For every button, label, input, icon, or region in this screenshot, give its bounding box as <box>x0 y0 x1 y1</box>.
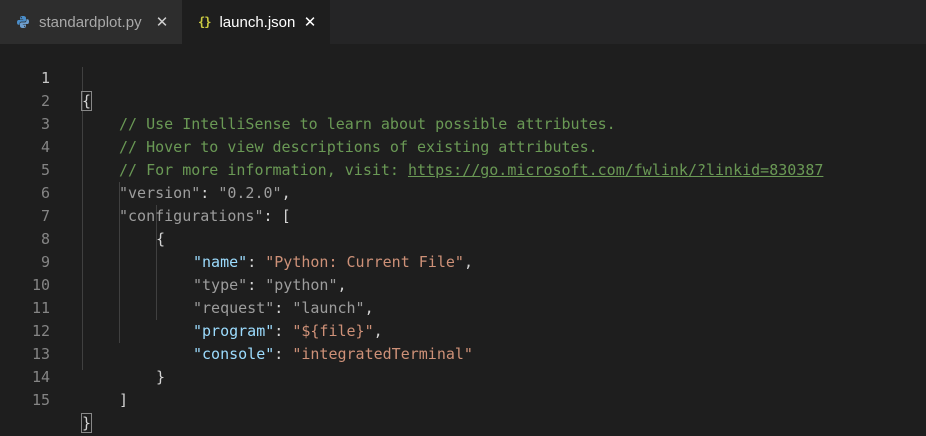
close-icon[interactable]: ✕ <box>302 13 318 31</box>
code-line-15: 15 } <box>0 366 93 433</box>
code-line-7: 7 { <box>0 182 165 248</box>
code-line-12: 12 "console": "integratedTerminal" <box>0 297 473 363</box>
code-editor[interactable]: 1 { 2 // Use IntelliSense to learn about… <box>0 44 926 436</box>
code-line-6: 6 "configurations": [ <box>0 159 291 225</box>
close-icon[interactable]: ✕ <box>154 13 170 31</box>
json-value: "Python: Current File" <box>265 253 464 271</box>
json-key: "name" <box>193 253 248 271</box>
json-value: "0.2.0" <box>218 184 282 202</box>
line-number: 15 <box>31 391 50 409</box>
code-line-3: 3 // Hover to view descriptions of exist… <box>0 90 598 156</box>
editor-window: standardplot.py ✕ {} launch.json ✕ 1 { 2… <box>0 0 926 436</box>
json-value: "${file}" <box>292 322 374 340</box>
json-key: "type" <box>193 276 248 294</box>
open-brace: { <box>80 91 93 111</box>
code-line-11: 11 "program": "${file}", <box>0 274 383 340</box>
tab-bar: standardplot.py ✕ {} launch.json ✕ <box>0 0 926 44</box>
tab-launch-json[interactable]: {} launch.json ✕ <box>182 0 330 44</box>
json-key: "configurations" <box>119 207 264 225</box>
code-line-8: 8 "name": "Python: Current File", <box>0 205 473 271</box>
comment: // Hover to view descriptions of existin… <box>119 138 598 156</box>
code-line-1: 1 { <box>0 44 93 111</box>
code-line-9: 9 "type": "python", <box>0 228 347 294</box>
json-key: "request" <box>193 299 275 317</box>
code-line-4: 4 // For more information, visit: https:… <box>0 113 823 179</box>
fwlink-url[interactable]: https://go.microsoft.com/fwlink/?linkid=… <box>408 161 823 179</box>
code-line-5: 5 "version": "0.2.0", <box>0 136 291 202</box>
open-bracket: [ <box>281 207 291 225</box>
json-key: "program" <box>193 322 275 340</box>
code-line-14: 14 ] <box>0 343 128 409</box>
json-value: "python" <box>265 276 338 294</box>
comment: // For more information, visit: <box>119 161 408 179</box>
tab-label: launch.json <box>219 13 296 31</box>
tab-label: standardplot.py <box>39 13 142 31</box>
code-line-13: 13 } <box>0 320 165 386</box>
comment: // Use IntelliSense to learn about possi… <box>119 115 616 133</box>
json-key: "version" <box>119 184 201 202</box>
open-brace: { <box>156 230 166 248</box>
json-value: "integratedTerminal" <box>292 345 473 363</box>
json-key: "console" <box>193 345 275 363</box>
python-file-icon <box>16 15 30 29</box>
code-line-10: 10 "request": "launch", <box>0 251 374 317</box>
close-bracket: ] <box>119 391 129 409</box>
tab-standardplot-py[interactable]: standardplot.py ✕ <box>0 0 182 44</box>
close-brace: } <box>80 413 93 433</box>
close-brace: } <box>156 368 166 386</box>
json-value: "launch" <box>292 299 365 317</box>
json-file-icon: {} <box>198 15 211 29</box>
code-line-2: 2 // Use IntelliSense to learn about pos… <box>0 67 616 133</box>
